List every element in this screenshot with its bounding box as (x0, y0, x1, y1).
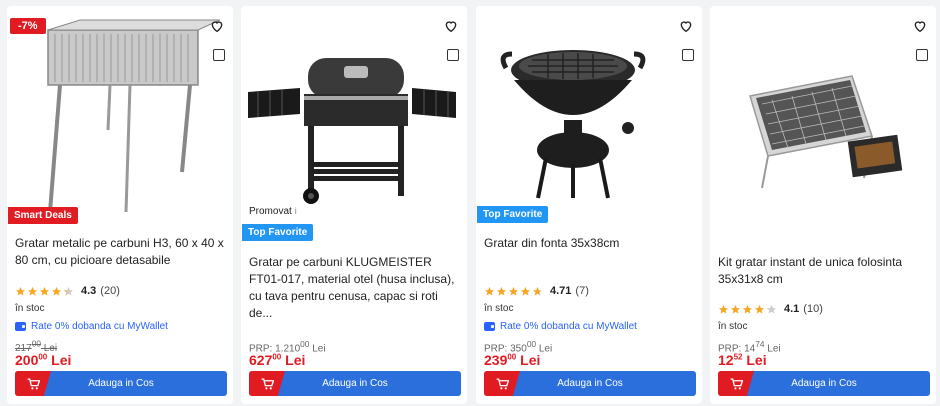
rating: 4.1 (10) (718, 303, 823, 315)
heart-icon[interactable] (678, 18, 694, 34)
add-to-cart-label: Adauga in Cos (557, 378, 623, 389)
add-to-cart-label: Adauga in Cos (88, 378, 154, 389)
rating: 4.3 (20) (15, 285, 120, 297)
wallet-icon (15, 322, 26, 331)
star-icon (63, 286, 74, 296)
product-title[interactable]: Kit gratar instant de unica folosinta 35… (718, 254, 930, 288)
star-icon (496, 286, 507, 296)
cast-iron-grill-image (500, 50, 646, 199)
cart-icon-wrap (249, 371, 285, 396)
price: 62700 Lei (249, 352, 306, 368)
product-image[interactable] (476, 6, 702, 206)
product-image[interactable] (710, 6, 936, 206)
wallet-offer-label: Rate 0% dobanda cu MyWallet (31, 321, 168, 332)
star-icon (754, 304, 765, 314)
rating-score: 4.3 (81, 285, 97, 297)
wallet-icon (484, 322, 495, 331)
cart-icon (730, 377, 743, 389)
wallet-offer[interactable]: Rate 0% dobanda cu MyWallet (484, 321, 637, 332)
star-icon (730, 304, 741, 314)
stars (718, 304, 778, 315)
stars (484, 286, 544, 297)
product-card[interactable]: Promovat i Top Favorite Gratar pe carbuni… (241, 6, 467, 404)
compare-checkbox[interactable] (682, 49, 694, 61)
smart-deals-badge: Smart Deals (8, 207, 78, 224)
star-icon (718, 304, 729, 314)
stock-status: în stoc (15, 303, 45, 314)
cart-icon-wrap (15, 371, 51, 396)
star-icon (742, 304, 753, 314)
review-count[interactable]: (10) (803, 303, 823, 315)
add-to-cart-button[interactable]: Adauga in Cos (15, 371, 227, 396)
star-icon (51, 286, 62, 296)
product-image[interactable] (241, 6, 467, 206)
product-card[interactable]: Kit gratar instant de unica folosinta 35… (710, 6, 936, 404)
review-count[interactable]: (7) (575, 285, 588, 297)
info-icon[interactable]: i (295, 206, 297, 216)
star-icon (766, 304, 777, 314)
star-icon (39, 286, 50, 296)
top-favorite-badge: Top Favorite (242, 224, 314, 241)
rating-score: 4.1 (784, 303, 800, 315)
price: 20000 Lei (15, 352, 72, 368)
star-icon (532, 286, 543, 296)
promoted-label: Promovat i (249, 206, 297, 217)
product-title[interactable]: Gratar din fonta 35x38cm (484, 235, 696, 252)
rating: 4.71 (7) (484, 285, 589, 297)
add-to-cart-button[interactable]: Adauga in Cos (249, 371, 461, 396)
wallet-offer[interactable]: Rate 0% dobanda cu MyWallet (15, 321, 168, 332)
product-card[interactable]: Top Favorite Gratar din fonta 35x38cm 4.… (476, 6, 702, 404)
wallet-offer-label: Rate 0% dobanda cu MyWallet (500, 321, 637, 332)
stars (15, 286, 75, 297)
cart-icon-wrap (718, 371, 754, 396)
product-title[interactable]: Gratar pe carbuni KLUGMEISTER FT01-017, … (249, 254, 461, 322)
product-image[interactable] (7, 6, 233, 212)
product-title[interactable]: Gratar metalic pe carbuni H3, 60 x 40 x … (15, 235, 227, 269)
star-icon (15, 286, 26, 296)
add-to-cart-label: Adauga in Cos (791, 378, 857, 389)
add-to-cart-button[interactable]: Adauga in Cos (484, 371, 696, 396)
price: 23900 Lei (484, 352, 541, 368)
stock-status: în stoc (484, 303, 514, 314)
stock-status: în stoc (718, 321, 748, 332)
discount-badge: -7% (10, 18, 46, 34)
cart-icon (261, 377, 274, 389)
heart-icon[interactable] (443, 18, 459, 34)
product-card[interactable]: -7% Smart Deals Gratar metalic pe carbun… (7, 6, 233, 404)
cart-icon (496, 377, 509, 389)
cart-icon (27, 377, 40, 389)
review-count[interactable]: (20) (100, 285, 120, 297)
heart-icon[interactable] (912, 18, 928, 34)
cart-icon-wrap (484, 371, 520, 396)
price: 1252 Lei (718, 352, 767, 368)
star-icon (27, 286, 38, 296)
compare-checkbox[interactable] (916, 49, 928, 61)
add-to-cart-button[interactable]: Adauga in Cos (718, 371, 930, 396)
compare-checkbox[interactable] (447, 49, 459, 61)
star-icon (484, 286, 495, 296)
rating-score: 4.71 (550, 285, 572, 297)
klugmeister-grill-image (248, 58, 456, 204)
disposable-grill-kit-image (749, 75, 903, 189)
star-icon (508, 286, 519, 296)
add-to-cart-label: Adauga in Cos (322, 378, 388, 389)
compare-checkbox[interactable] (213, 49, 225, 61)
star-icon (520, 286, 531, 296)
charcoal-grill-image (47, 19, 220, 212)
top-favorite-badge: Top Favorite (477, 206, 549, 223)
heart-icon[interactable] (209, 18, 225, 34)
